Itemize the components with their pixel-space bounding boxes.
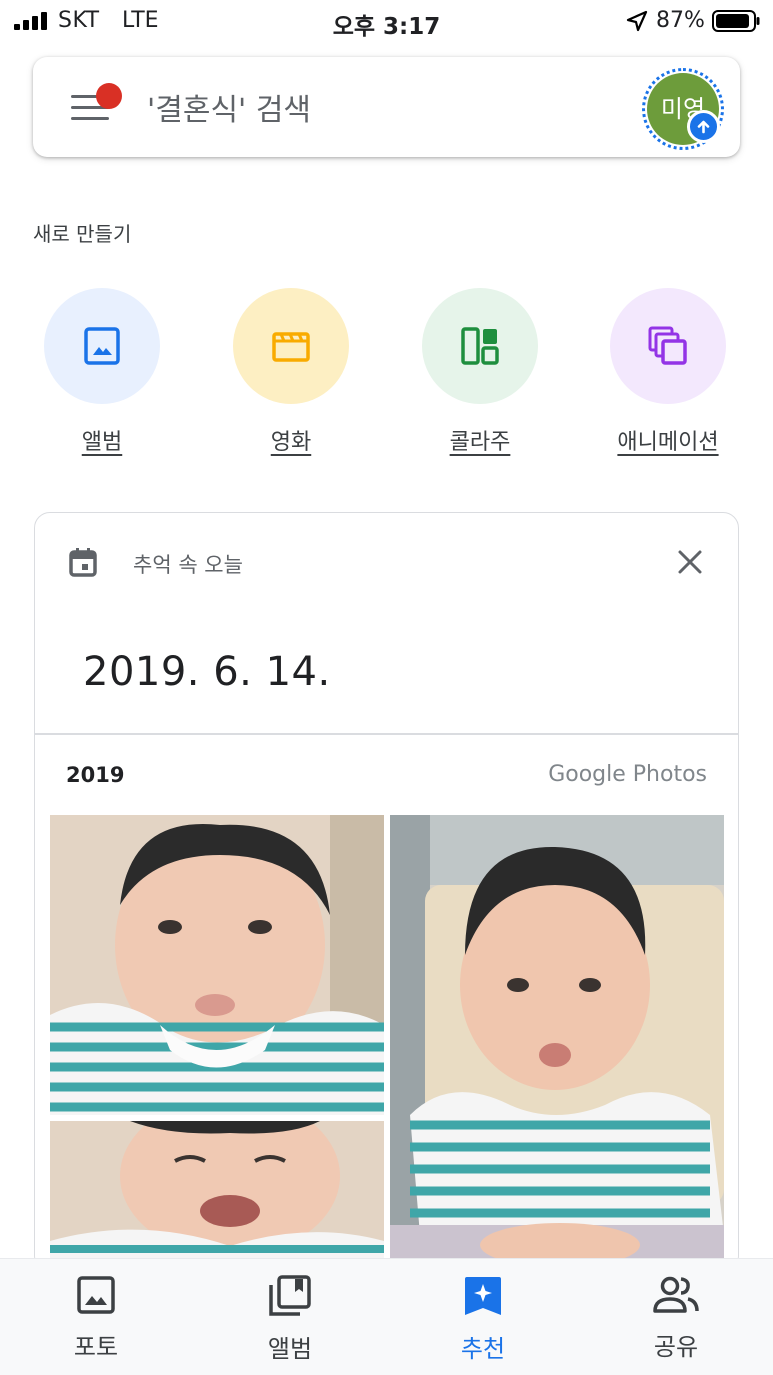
movie-icon[interactable]	[233, 288, 349, 404]
album-icon[interactable]	[44, 288, 160, 404]
collage-icon[interactable]	[422, 288, 538, 404]
sharing-icon	[653, 1276, 699, 1313]
albums-icon	[269, 1275, 311, 1316]
tab-photos-label: 포토	[73, 1333, 119, 1361]
status-bar: SKT LTE 오후 3:17 87%	[0, 0, 773, 44]
tab-recommend-label: 추천	[460, 1335, 506, 1363]
create-animation-button[interactable]: 애니메이션	[608, 288, 728, 456]
create-movie-label[interactable]: 영화	[271, 424, 311, 456]
search-bar[interactable]: '결혼식' 검색 미영	[33, 57, 740, 157]
photos-icon	[77, 1276, 115, 1314]
create-movie-button[interactable]: 영화	[231, 288, 351, 456]
recommend-icon	[465, 1277, 501, 1315]
upload-icon	[687, 110, 720, 143]
battery-percent: 87%	[656, 8, 705, 33]
tab-sharing[interactable]: 공유	[616, 1275, 736, 1362]
tab-recommend[interactable]: 추천	[423, 1275, 543, 1364]
create-collage-button[interactable]: 콜라주	[420, 288, 540, 456]
section-title-create: 새로 만들기	[33, 222, 132, 246]
memory-title: 추억 속 오늘	[133, 553, 243, 577]
create-animation-label[interactable]: 애니메이션	[617, 424, 718, 456]
animation-icon[interactable]	[610, 288, 726, 404]
create-collage-label[interactable]: 콜라주	[450, 424, 511, 456]
tab-albums[interactable]: 앨범	[230, 1275, 350, 1364]
location-arrow-icon	[626, 10, 648, 32]
memory-year: 2019	[66, 763, 125, 787]
calendar-icon	[69, 548, 97, 577]
brand-logo: Google Photos	[548, 762, 707, 787]
close-icon[interactable]	[677, 549, 703, 575]
tab-albums-label: 앨범	[267, 1335, 313, 1363]
tab-sharing-label: 공유	[653, 1333, 699, 1361]
memory-date: 2019. 6. 14.	[83, 649, 331, 695]
memory-card[interactable]: 추억 속 오늘 2019. 6. 14. 2019 Google Photos	[34, 512, 739, 1272]
memory-photo[interactable]	[390, 815, 724, 1271]
create-album-label[interactable]: 앨범	[82, 424, 122, 456]
create-album-button[interactable]: 앨범	[42, 288, 162, 456]
battery-icon	[712, 10, 760, 32]
memory-photo[interactable]	[50, 815, 384, 1115]
bottom-navigation: 포토 앨범 추천 공유	[0, 1258, 773, 1375]
search-input[interactable]: '결혼식' 검색	[147, 85, 311, 129]
divider	[35, 733, 738, 735]
memory-photo[interactable]	[50, 1121, 384, 1271]
notification-dot	[96, 83, 122, 109]
tab-photos[interactable]: 포토	[36, 1275, 156, 1362]
